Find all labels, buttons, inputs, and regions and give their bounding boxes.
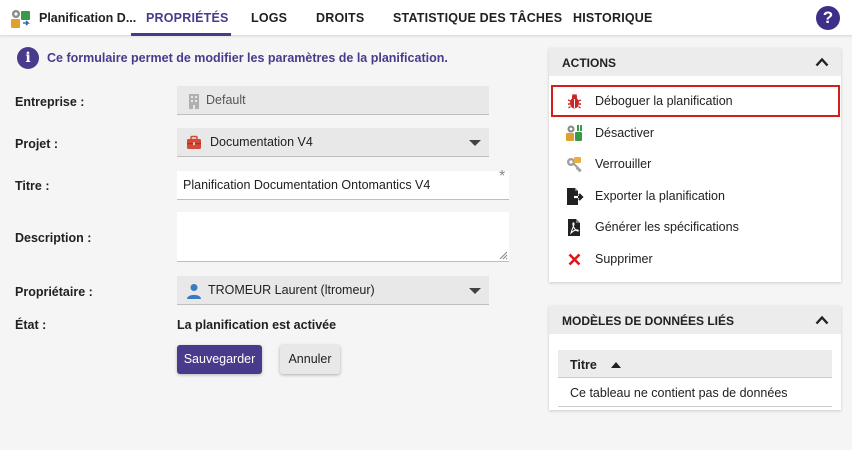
linked-models-panel: MODÈLES DE DONNÉES LIÉS Titre Ce tableau… (549, 306, 841, 410)
planification-logo-icon (11, 10, 30, 28)
required-marker: * (499, 168, 506, 185)
description-label: Description : (15, 231, 92, 245)
export-icon (567, 188, 584, 205)
debug-planification-action[interactable]: Déboguer la planification (551, 85, 840, 117)
title-input[interactable]: Planification Documentation Ontomantics … (177, 171, 509, 200)
state-value: La planification est activée (177, 318, 337, 332)
deactivate-action[interactable]: Désactiver (549, 118, 841, 148)
info-icon: i (17, 47, 39, 69)
key-icon (567, 157, 582, 173)
delete-action[interactable]: Supprimer (549, 244, 841, 274)
description-textarea[interactable] (177, 212, 509, 262)
debug-planification-label: Déboguer la planification (595, 94, 733, 108)
top-bar: Planification D... PROPRIÉTÉS LOGS DROIT… (0, 0, 852, 36)
company-value: Default (206, 93, 246, 107)
help-button[interactable]: ? (816, 6, 840, 30)
user-icon (187, 284, 201, 299)
owner-value: TROMEUR Laurent (ltromeur) (208, 283, 375, 297)
project-value: Documentation V4 (210, 135, 313, 149)
generate-specifications-label: Générer les spécifications (595, 220, 739, 234)
owner-select[interactable]: TROMEUR Laurent (ltromeur) (177, 276, 489, 305)
models-table-header: Titre (558, 350, 832, 378)
title-label: Titre : (15, 179, 50, 193)
linked-models-panel-header[interactable]: MODÈLES DE DONNÉES LIÉS (549, 306, 841, 334)
cancel-button[interactable]: Annuler (280, 345, 340, 374)
export-planification-label: Exporter la planification (595, 189, 725, 203)
company-select: Default (177, 86, 489, 115)
lock-label: Verrouiller (595, 157, 652, 171)
tab-statistique-des-taches[interactable]: STATISTIQUE DES TÂCHES (393, 11, 562, 25)
building-icon (189, 94, 199, 109)
owner-label: Propriétaire : (15, 285, 93, 299)
active-tab-indicator (131, 33, 231, 36)
linked-models-panel-title: MODÈLES DE DONNÉES LIÉS (562, 314, 735, 328)
delete-label: Supprimer (595, 252, 653, 266)
sort-ascending-icon[interactable] (611, 362, 621, 368)
deactivate-label: Désactiver (595, 126, 655, 140)
deactivate-icon (566, 125, 582, 141)
chevron-down-icon[interactable] (469, 140, 481, 146)
tab-historique[interactable]: HISTORIQUE (573, 11, 653, 25)
export-planification-action[interactable]: Exporter la planification (549, 181, 841, 211)
tab-logs[interactable]: LOGS (251, 11, 287, 25)
pdf-icon (568, 219, 580, 236)
delete-icon (568, 253, 581, 266)
state-label: État : (15, 318, 47, 332)
chevron-down-icon[interactable] (469, 288, 481, 294)
lock-action[interactable]: Verrouiller (549, 149, 841, 179)
actions-panel-header[interactable]: ACTIONS (549, 48, 841, 76)
models-table-empty-row: Ce tableau ne contient pas de données (558, 378, 832, 407)
app-title: Planification D... (39, 11, 137, 25)
title-column-header[interactable]: Titre (570, 358, 597, 372)
actions-panel-title: ACTIONS (562, 56, 616, 70)
resize-grip-icon[interactable] (499, 251, 508, 260)
tab-proprietes[interactable]: PROPRIÉTÉS (146, 11, 229, 25)
actions-panel: ACTIONS Déboguer la planification Désact… (549, 48, 841, 282)
generate-specifications-action[interactable]: Générer les spécifications (549, 212, 841, 242)
chevron-up-icon[interactable] (815, 57, 829, 67)
company-label: Entreprise : (15, 95, 85, 109)
project-select[interactable]: Documentation V4 (177, 128, 489, 157)
empty-table-message: Ce tableau ne contient pas de données (570, 386, 788, 400)
save-button[interactable]: Sauvegarder (177, 345, 262, 374)
tab-droits[interactable]: DROITS (316, 11, 364, 25)
chevron-up-icon[interactable] (815, 315, 829, 325)
bug-icon (567, 94, 582, 109)
project-label: Projet : (15, 137, 59, 151)
info-message: Ce formulaire permet de modifier les par… (47, 51, 448, 65)
briefcase-icon (187, 135, 201, 149)
